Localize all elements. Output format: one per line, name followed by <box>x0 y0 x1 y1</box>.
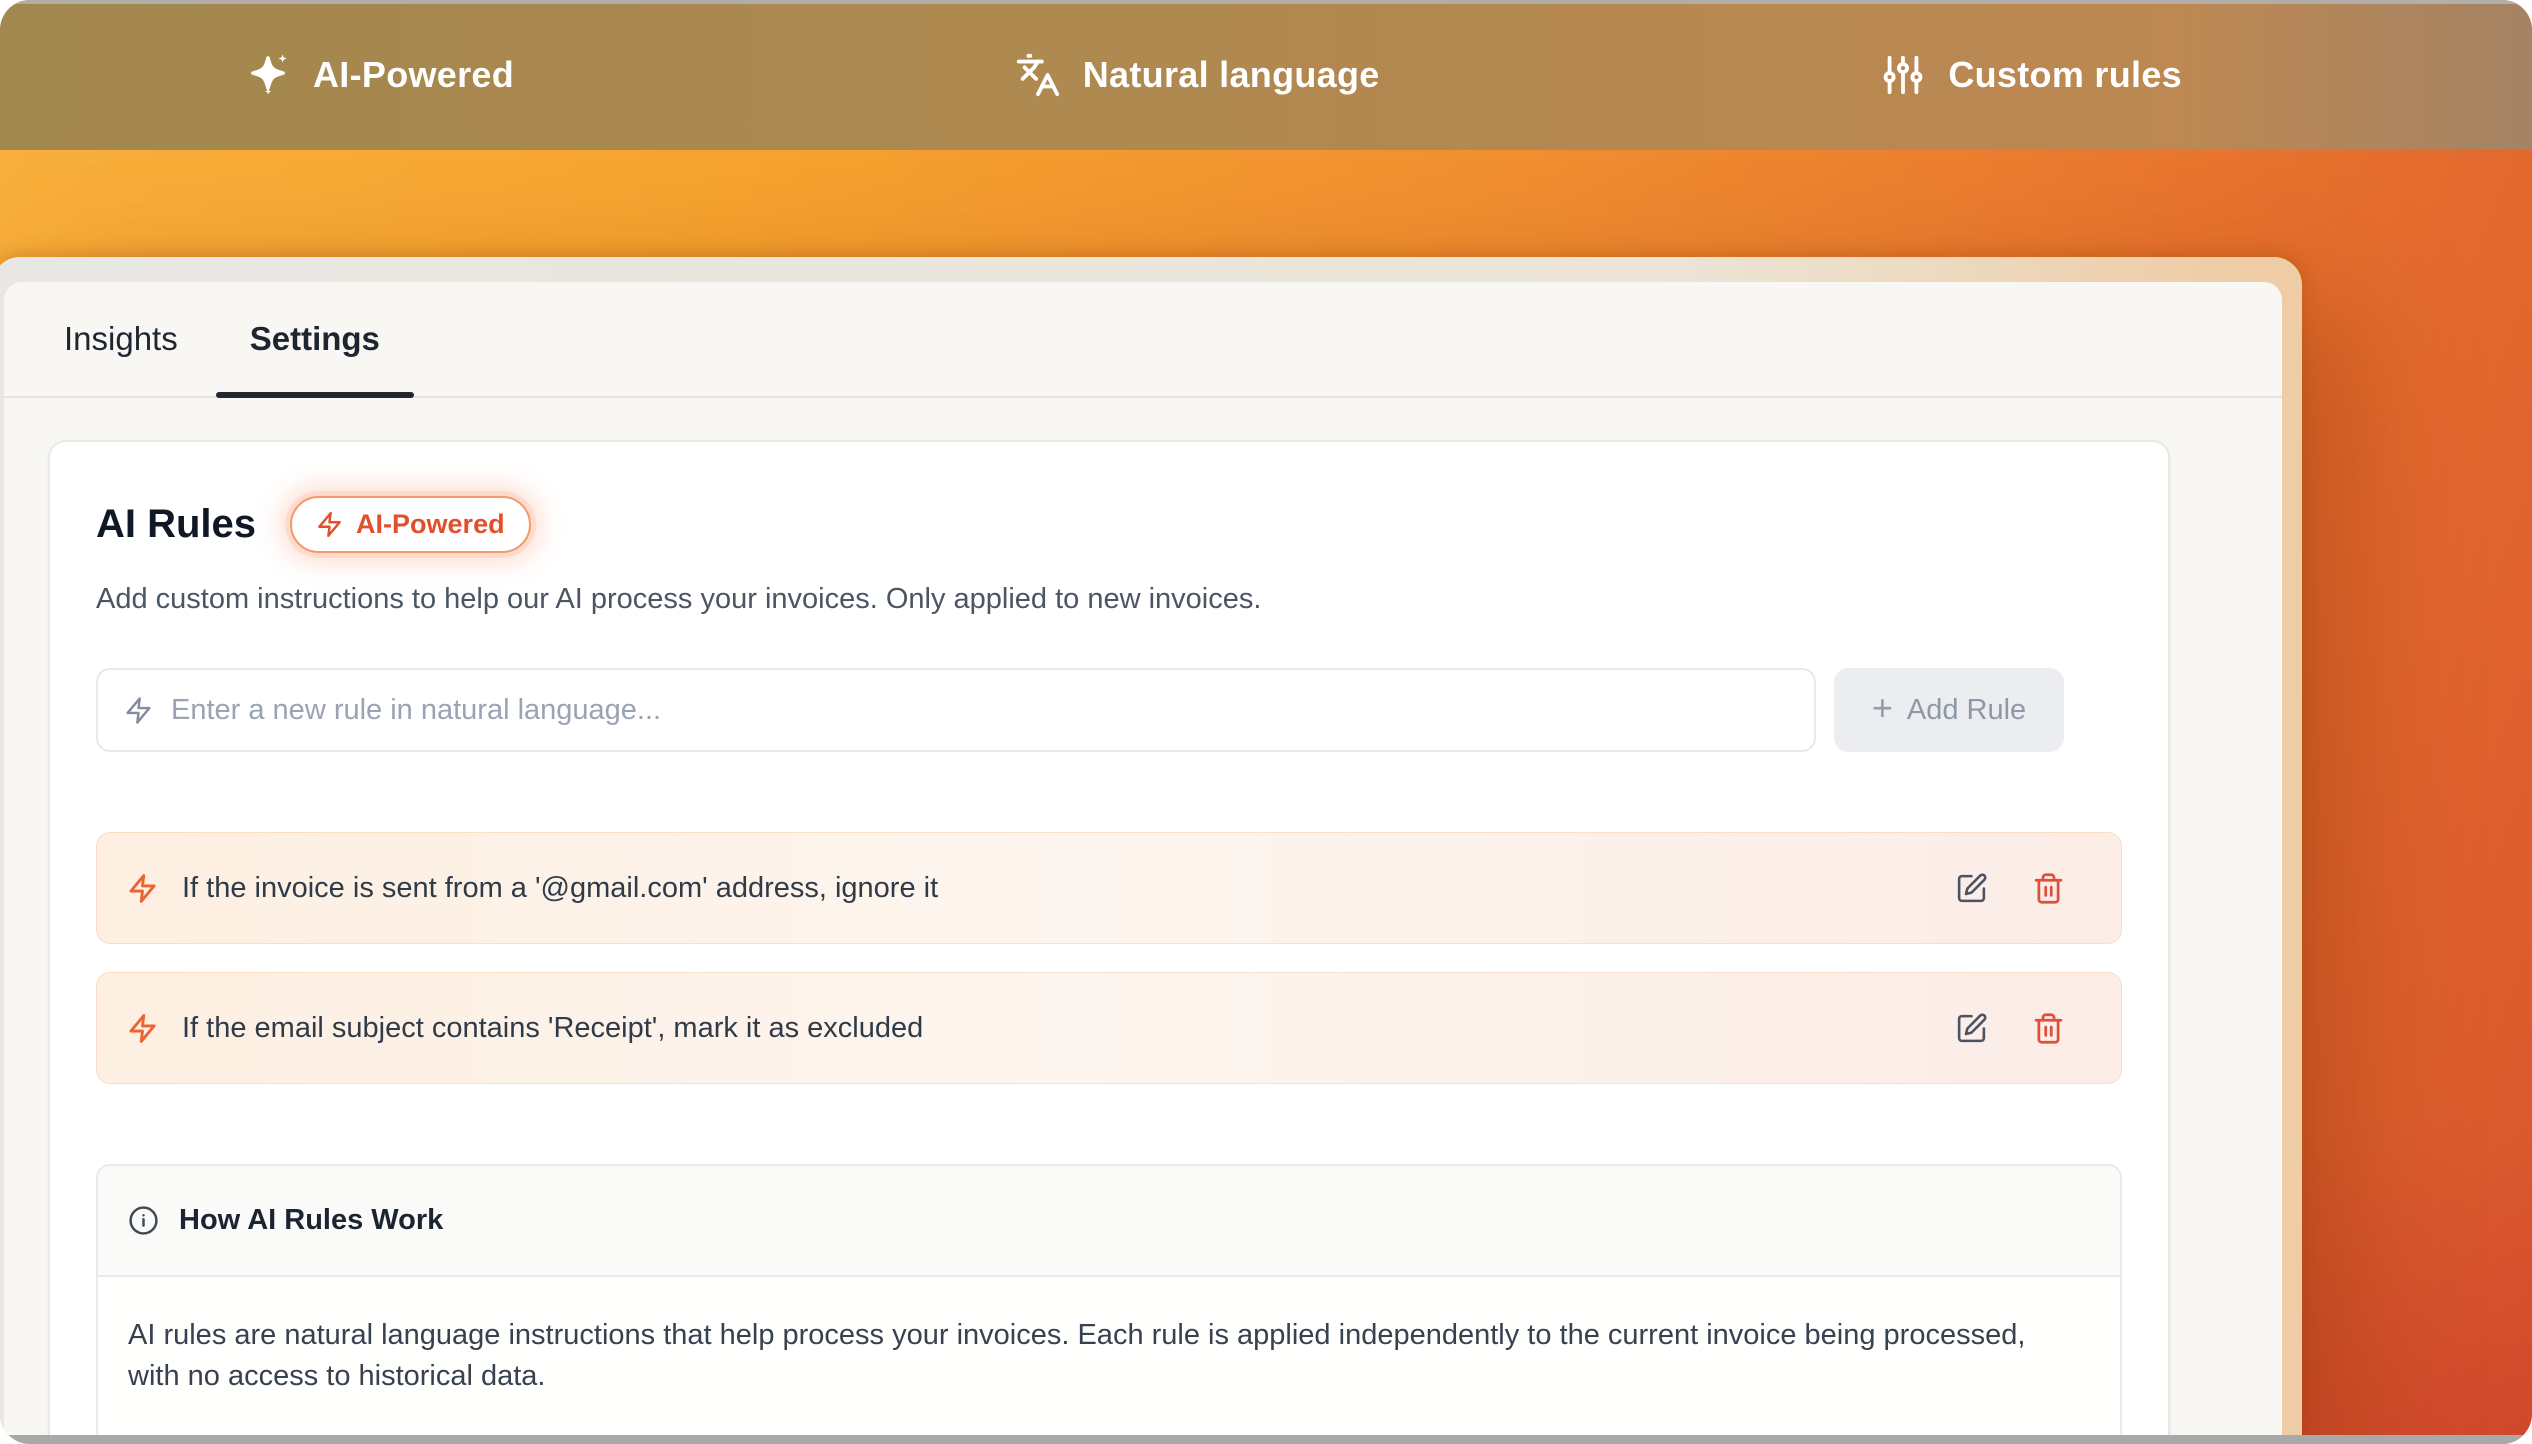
settings-panel: AI Rules AI-Powered Add custom instructi… <box>4 398 2282 1444</box>
zap-icon <box>124 696 153 725</box>
plus-icon: + <box>1872 687 1893 729</box>
rule-input-wrapper <box>96 668 1816 752</box>
frame-top-edge <box>0 0 2532 4</box>
feature-item-natural-language: Natural language <box>1015 52 1380 98</box>
rule-actions <box>1955 872 2065 905</box>
tab-bar: Insights Settings <box>4 282 2282 398</box>
tab-settings[interactable]: Settings <box>242 282 388 396</box>
info-icon <box>128 1205 159 1236</box>
trash-icon <box>2032 1012 2065 1045</box>
edit-rule-button[interactable] <box>1955 872 1988 905</box>
rule-row: If the email subject contains 'Receipt',… <box>96 972 2122 1084</box>
edit-icon <box>1955 1012 1988 1045</box>
tab-insights[interactable]: Insights <box>56 282 186 396</box>
trash-icon <box>2032 872 2065 905</box>
rules-list: If the invoice is sent from a '@gmail.co… <box>96 832 2122 1084</box>
rule-text: If the email subject contains 'Receipt',… <box>182 1012 1931 1045</box>
delete-rule-button[interactable] <box>2032 872 2065 905</box>
zap-icon <box>127 1013 158 1044</box>
rule-row: If the invoice is sent from a '@gmail.co… <box>96 832 2122 944</box>
add-rule-button[interactable]: + Add Rule <box>1834 668 2064 752</box>
sliders-icon <box>1880 52 1926 98</box>
feature-item-ai-powered: AI-Powered <box>245 52 514 98</box>
frame-bottom-edge <box>0 1435 2532 1444</box>
info-box-header: How AI Rules Work <box>98 1166 2120 1277</box>
feature-label: AI-Powered <box>313 54 514 96</box>
ai-rules-card: AI Rules AI-Powered Add custom instructi… <box>48 440 2170 1444</box>
feature-item-custom-rules: Custom rules <box>1880 52 2182 98</box>
feature-label: Custom rules <box>1948 54 2182 96</box>
window-content: Insights Settings AI Rules AI-Powered <box>4 282 2282 1444</box>
tab-label: Settings <box>250 320 380 358</box>
sparkles-icon <box>245 52 291 98</box>
card-description: Add custom instructions to help our AI p… <box>96 583 2122 616</box>
edit-icon <box>1955 872 1988 905</box>
new-rule-row: + Add Rule <box>96 668 2064 752</box>
info-box-body: AI rules are natural language instructio… <box>98 1277 2058 1444</box>
rule-actions <box>1955 1012 2065 1045</box>
badge-label: AI-Powered <box>356 509 505 540</box>
screenshot-canvas: AI-Powered Natural language Custom rules… <box>0 0 2532 1444</box>
info-box-title: How AI Rules Work <box>179 1204 443 1237</box>
card-title: AI Rules <box>96 502 256 547</box>
add-rule-label: Add Rule <box>1907 694 2026 727</box>
how-ai-rules-work-box: How AI Rules Work AI rules are natural l… <box>96 1164 2122 1444</box>
feature-label: Natural language <box>1083 54 1380 96</box>
delete-rule-button[interactable] <box>2032 1012 2065 1045</box>
zap-icon <box>127 873 158 904</box>
ai-powered-badge: AI-Powered <box>290 496 531 553</box>
languages-icon <box>1015 52 1061 98</box>
feature-bar: AI-Powered Natural language Custom rules <box>0 0 2532 150</box>
zap-icon <box>316 511 343 538</box>
app-window: Insights Settings AI Rules AI-Powered <box>0 257 2302 1444</box>
rule-text: If the invoice is sent from a '@gmail.co… <box>182 872 1931 905</box>
card-header: AI Rules AI-Powered <box>96 496 2122 553</box>
new-rule-input[interactable] <box>169 693 1788 728</box>
tab-label: Insights <box>64 320 178 358</box>
edit-rule-button[interactable] <box>1955 1012 1988 1045</box>
